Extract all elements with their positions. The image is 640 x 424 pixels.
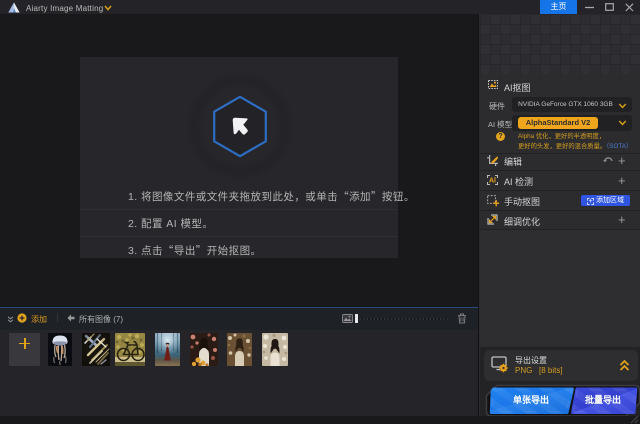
svg-text:Al: Al <box>489 178 496 185</box>
